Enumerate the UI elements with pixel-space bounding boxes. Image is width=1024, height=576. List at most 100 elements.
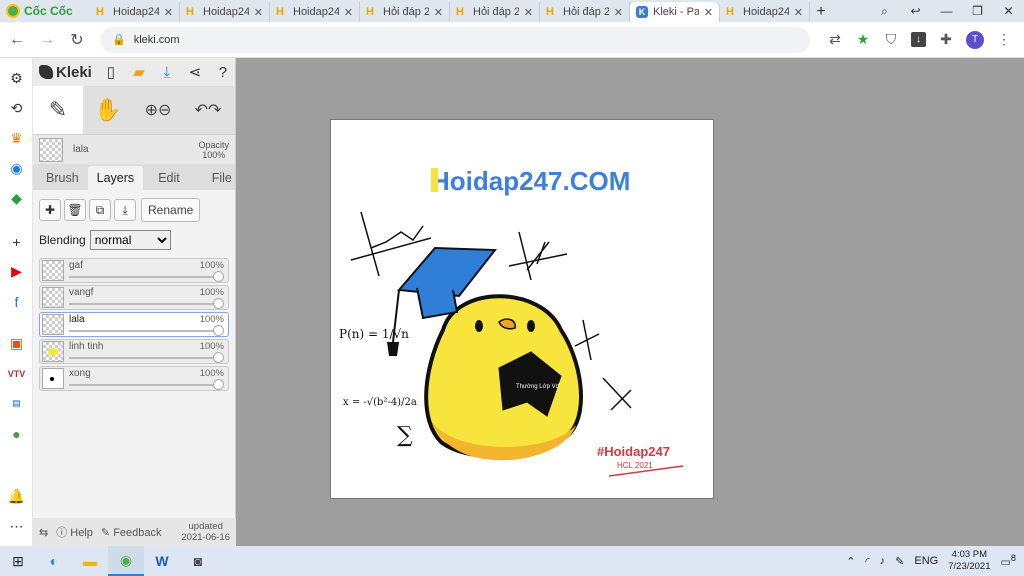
browser-tab[interactable]: H Hoidap24 ✕ bbox=[720, 2, 810, 22]
translate-icon[interactable]: ⇄ bbox=[827, 31, 843, 48]
layer-item[interactable]: linh tinh 100% bbox=[39, 339, 229, 364]
youtube-icon[interactable]: ▶ bbox=[8, 263, 25, 280]
new-tab-button[interactable]: + bbox=[810, 2, 832, 22]
crown-icon[interactable]: ♛ bbox=[8, 130, 25, 147]
layer-opacity-track[interactable] bbox=[69, 330, 216, 332]
merge-down-button[interactable]: ⤓ bbox=[114, 199, 136, 221]
hand-tool[interactable]: ✋ bbox=[83, 86, 133, 134]
word-icon[interactable]: W bbox=[144, 546, 180, 576]
help-icon[interactable]: ? bbox=[214, 64, 232, 81]
settings-gear-icon[interactable]: ⚙ bbox=[8, 70, 25, 87]
shield-icon[interactable]: ⛉ bbox=[883, 31, 899, 48]
more-dots-icon[interactable]: ⋯ bbox=[8, 518, 25, 535]
notification-center-icon[interactable]: ▭8 bbox=[1001, 553, 1017, 569]
camera-icon[interactable]: ◙ bbox=[180, 546, 216, 576]
feedback-link[interactable]: ✎ Feedback bbox=[101, 526, 162, 539]
add-shortcut-icon[interactable]: + bbox=[8, 233, 25, 250]
messenger-icon[interactable]: ◉ bbox=[8, 160, 25, 177]
history-icon[interactable]: ⟲ bbox=[8, 100, 25, 117]
clock[interactable]: 4:03 PM 7/23/2021 bbox=[948, 549, 990, 573]
layer-opacity-slider-knob[interactable] bbox=[213, 298, 224, 309]
browser-tab[interactable]: H Hoidap24 ✕ bbox=[180, 2, 270, 22]
delete-layer-button[interactable]: 🗑 bbox=[64, 199, 86, 221]
layer-item-selected[interactable]: lala 100% bbox=[39, 312, 229, 337]
file-explorer-icon[interactable]: ▬ bbox=[72, 546, 108, 576]
lock-icon[interactable]: 🔒 bbox=[112, 33, 126, 46]
close-tab-icon[interactable]: ✕ bbox=[254, 6, 263, 19]
layer-opacity-slider-knob[interactable] bbox=[213, 271, 224, 282]
canvas-workspace[interactable]: Hoidap247.COM Thường Lớp Vd P(n) = 1/√n … bbox=[236, 58, 1024, 546]
wifi-icon[interactable]: ◜ bbox=[865, 555, 869, 568]
chevron-up-icon[interactable]: ⌃ bbox=[846, 555, 855, 568]
brush-tool[interactable]: ✎ bbox=[33, 86, 83, 134]
blending-select[interactable]: normal bbox=[89, 230, 171, 250]
browser-tab[interactable]: H Hỏi đáp 2 ✕ bbox=[540, 2, 630, 22]
notification-bell-icon[interactable]: 🔔 bbox=[8, 488, 25, 505]
browser-tab[interactable]: H Hỏi đáp 2 ✕ bbox=[450, 2, 540, 22]
add-layer-button[interactable]: ✚ bbox=[39, 199, 61, 221]
layer-opacity-track[interactable] bbox=[69, 303, 216, 305]
layer-opacity-slider-knob[interactable] bbox=[213, 379, 224, 390]
save-download-icon[interactable]: ⤓ bbox=[158, 64, 176, 81]
reload-icon[interactable]: ↻ bbox=[64, 30, 90, 50]
download-icon[interactable]: ↓ bbox=[911, 32, 926, 47]
browser-logo[interactable]: Cốc Cốc bbox=[0, 0, 90, 22]
close-tab-icon[interactable]: ✕ bbox=[434, 6, 443, 19]
restore-icon[interactable]: ❐ bbox=[962, 4, 993, 18]
layer-opacity-track[interactable] bbox=[69, 357, 216, 359]
swap-icon[interactable]: ⇆ bbox=[39, 526, 48, 539]
close-tab-icon[interactable]: ✕ bbox=[704, 6, 713, 19]
drawing-canvas[interactable]: Hoidap247.COM Thường Lớp Vd P(n) = 1/√n … bbox=[330, 119, 714, 499]
layer-opacity-slider-knob[interactable] bbox=[213, 352, 224, 363]
pen-icon[interactable]: ✎ bbox=[895, 555, 904, 568]
browser-tab-active[interactable]: K Kleki - Pa ✕ bbox=[630, 2, 720, 22]
tab-edit[interactable]: Edit bbox=[149, 166, 189, 190]
close-tab-icon[interactable]: ✕ bbox=[524, 6, 533, 19]
duplicate-layer-button[interactable]: ⧉ bbox=[89, 199, 111, 221]
tab-brush[interactable]: Brush bbox=[37, 166, 88, 190]
close-tab-icon[interactable]: ✕ bbox=[344, 6, 353, 19]
browser-tab[interactable]: H Hỏi đáp 2 ✕ bbox=[360, 2, 450, 22]
windows-start-icon[interactable]: ⊞ bbox=[0, 546, 36, 576]
back-icon[interactable]: ← bbox=[4, 31, 30, 49]
facebook-icon[interactable]: f bbox=[8, 293, 25, 310]
layer-item[interactable]: xong 100% bbox=[39, 366, 229, 391]
forward-icon[interactable]: → bbox=[34, 31, 60, 49]
shopee-icon[interactable]: ▣ bbox=[8, 335, 25, 352]
open-folder-icon[interactable]: ▰ bbox=[130, 63, 148, 81]
edge-browser-icon[interactable]: ◐ bbox=[36, 546, 72, 576]
address-bar[interactable]: 🔒 kleki.com bbox=[100, 26, 810, 53]
vtv-icon[interactable]: VTV bbox=[8, 365, 26, 382]
language-indicator[interactable]: ENG bbox=[914, 555, 938, 567]
share-icon[interactable]: ⋖ bbox=[186, 63, 204, 81]
layer-opacity-track[interactable] bbox=[69, 384, 216, 386]
extensions-puzzle-icon[interactable]: ✚ bbox=[938, 31, 954, 48]
rename-layer-button[interactable]: Rename bbox=[141, 198, 201, 222]
menu-dots-icon[interactable]: ⋮ bbox=[996, 31, 1012, 48]
coccoc-map-icon[interactable]: ● bbox=[8, 425, 25, 442]
close-window-icon[interactable]: ✕ bbox=[993, 4, 1024, 18]
minimize-icon[interactable]: — bbox=[931, 4, 962, 18]
help-link[interactable]: ⓘ Help bbox=[56, 524, 93, 540]
close-tab-icon[interactable]: ✕ bbox=[164, 6, 173, 19]
undo-redo-tool[interactable]: ↶↷ bbox=[183, 86, 233, 134]
volume-icon[interactable]: ♪ bbox=[880, 555, 886, 567]
back-history-icon[interactable]: ↩ bbox=[900, 4, 931, 18]
layer-item[interactable]: vangf 100% bbox=[39, 285, 229, 310]
tab-layers[interactable]: Layers bbox=[87, 166, 144, 190]
bookmark-star-icon[interactable]: ★ bbox=[855, 31, 871, 48]
new-image-icon[interactable]: ▯ bbox=[102, 63, 120, 81]
profile-avatar[interactable]: T bbox=[966, 30, 984, 49]
zoom-tool[interactable]: ⊕⊖ bbox=[133, 86, 183, 134]
browser-tab[interactable]: H Hoidap24 ✕ bbox=[270, 2, 360, 22]
coccoc-taskbar-icon[interactable]: ◉ bbox=[108, 546, 144, 576]
layer-opacity-slider-knob[interactable] bbox=[213, 325, 224, 336]
close-tab-icon[interactable]: ✕ bbox=[614, 6, 623, 19]
game-controller-icon[interactable]: ◆ bbox=[8, 190, 25, 207]
kleki-logo[interactable]: Kleki bbox=[39, 64, 92, 81]
layer-opacity-track[interactable] bbox=[69, 276, 216, 278]
browser-tab[interactable]: H Hoidap24 ✕ bbox=[90, 2, 180, 22]
tiki-icon[interactable]: ▤ bbox=[8, 395, 25, 412]
close-tab-icon[interactable]: ✕ bbox=[794, 6, 803, 19]
opacity-readout[interactable]: Opacity 100% bbox=[198, 140, 229, 160]
